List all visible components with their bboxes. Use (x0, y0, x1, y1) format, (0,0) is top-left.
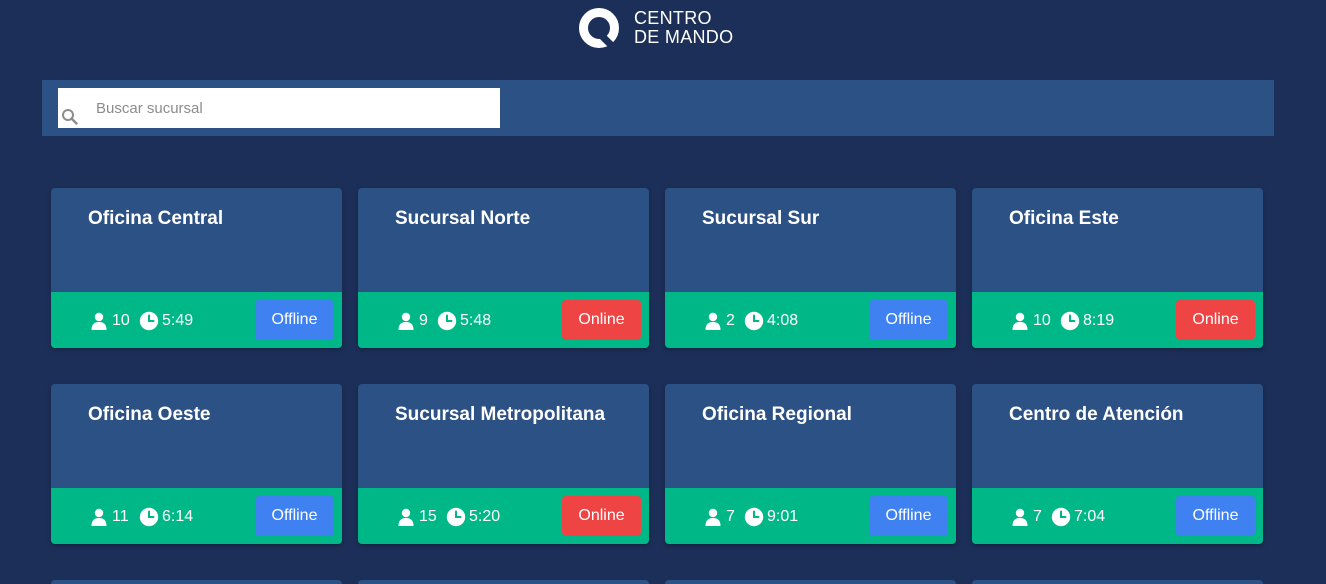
logo[interactable]: CENTRO DE MANDO (577, 6, 733, 50)
clock-icon (744, 507, 764, 527)
time-value: 8:19 (1083, 312, 1115, 329)
users-count: 2 (726, 312, 735, 329)
time-stat: 5:49 (139, 310, 193, 332)
users-stat: 10 (1010, 310, 1051, 332)
users-count: 10 (112, 312, 130, 329)
branch-card-footer: 11 6:14 Offline (51, 488, 342, 544)
card-peek (972, 580, 1263, 584)
user-icon (705, 508, 721, 526)
search-input[interactable] (96, 88, 496, 128)
time-stat: 5:48 (437, 310, 491, 332)
clock-icon (437, 311, 457, 331)
logo-line-1: CENTRO (634, 8, 712, 28)
card-peek (51, 580, 342, 584)
users-count: 11 (112, 508, 129, 525)
status-button[interactable]: Offline (869, 496, 948, 536)
card-peek (665, 580, 956, 584)
users-stat: 7 (703, 506, 735, 528)
status-button[interactable]: Online (562, 496, 641, 536)
branch-card[interactable]: Centro de Atención 7 7:04 Offline (972, 384, 1263, 544)
time-stat: 5:20 (446, 506, 500, 528)
users-stat: 15 (396, 506, 437, 528)
branch-name: Centro de Atención (1009, 404, 1184, 425)
user-icon (91, 312, 107, 330)
users-stat: 7 (1010, 506, 1042, 528)
time-value: 5:48 (460, 312, 492, 329)
branch-card[interactable]: Sucursal Sur 2 4:08 Offline (665, 188, 956, 348)
clock-icon (139, 507, 159, 527)
search-box[interactable] (58, 88, 500, 128)
users-stat: 11 (89, 506, 129, 528)
users-stat: 10 (89, 310, 130, 332)
branch-name: Sucursal Metropolitana (395, 404, 606, 425)
time-value: 6:14 (162, 508, 194, 525)
branch-card[interactable]: Oficina Este 10 8:19 Online (972, 188, 1263, 348)
user-icon (398, 508, 414, 526)
logo-line-2: DE MANDO (634, 27, 734, 47)
users-stat: 9 (396, 310, 428, 332)
time-value: 5:20 (469, 508, 501, 525)
time-stat: 7:04 (1051, 506, 1105, 528)
time-stat: 8:19 (1060, 310, 1114, 332)
user-icon (1012, 508, 1028, 526)
branch-card[interactable]: Oficina Regional 7 9:01 Offline (665, 384, 956, 544)
time-value: 9:01 (767, 508, 799, 525)
user-icon (1012, 312, 1028, 330)
user-icon (398, 312, 414, 330)
time-stat: 9:01 (744, 506, 798, 528)
branch-name: Oficina Central (88, 208, 224, 229)
clock-icon (139, 311, 159, 331)
time-stat: 4:08 (744, 310, 798, 332)
time-value: 7:04 (1074, 508, 1106, 525)
clock-icon (1051, 507, 1071, 527)
users-count: 7 (726, 508, 735, 525)
user-icon (705, 312, 721, 330)
user-icon (91, 508, 107, 526)
users-count: 15 (419, 508, 437, 525)
logo-text: CENTRO DE MANDO (634, 9, 733, 47)
branch-name: Oficina Oeste (88, 404, 211, 425)
search-bar (42, 80, 1274, 136)
users-count: 10 (1033, 312, 1051, 329)
clock-icon (1060, 311, 1080, 331)
time-value: 4:08 (767, 312, 799, 329)
branch-card-footer: 10 5:49 Offline (51, 292, 342, 348)
status-button[interactable]: Offline (255, 300, 334, 340)
status-button[interactable]: Offline (869, 300, 948, 340)
time-stat: 6:14 (139, 506, 193, 528)
branch-name: Sucursal Norte (395, 208, 531, 229)
branch-card-footer: 2 4:08 Offline (665, 292, 956, 348)
time-value: 5:49 (162, 312, 194, 329)
branch-card[interactable]: Oficina Central 10 5:49 Offline (51, 188, 342, 348)
branch-card-footer: 7 9:01 Offline (665, 488, 956, 544)
branch-card-footer: 7 7:04 Offline (972, 488, 1263, 544)
header: CENTRO DE MANDO (0, 0, 1326, 60)
users-stat: 2 (703, 310, 735, 332)
branch-name: Oficina Regional (702, 404, 852, 425)
logo-icon (579, 8, 619, 48)
branch-card-footer: 9 5:48 Online (358, 292, 649, 348)
status-button[interactable]: Online (562, 300, 641, 340)
branch-grid: Oficina Central 10 5:49 Offline Sucursal… (51, 188, 1264, 544)
status-button[interactable]: Offline (1176, 496, 1255, 536)
users-count: 9 (419, 312, 428, 329)
next-row-cards (51, 580, 1264, 584)
branch-card[interactable]: Sucursal Metropolitana 15 5:20 Online (358, 384, 649, 544)
card-peek (358, 580, 649, 584)
branch-name: Sucursal Sur (702, 208, 820, 229)
branch-card-footer: 15 5:20 Online (358, 488, 649, 544)
status-button[interactable]: Online (1176, 300, 1255, 340)
search-icon (62, 109, 78, 125)
branch-card[interactable]: Oficina Oeste 11 6:14 Offline (51, 384, 342, 544)
users-count: 7 (1033, 508, 1042, 525)
status-button[interactable]: Offline (255, 496, 334, 536)
clock-icon (446, 507, 466, 527)
branch-name: Oficina Este (1009, 208, 1119, 229)
branch-card[interactable]: Sucursal Norte 9 5:48 Online (358, 188, 649, 348)
branch-card-footer: 10 8:19 Online (972, 292, 1263, 348)
clock-icon (744, 311, 764, 331)
